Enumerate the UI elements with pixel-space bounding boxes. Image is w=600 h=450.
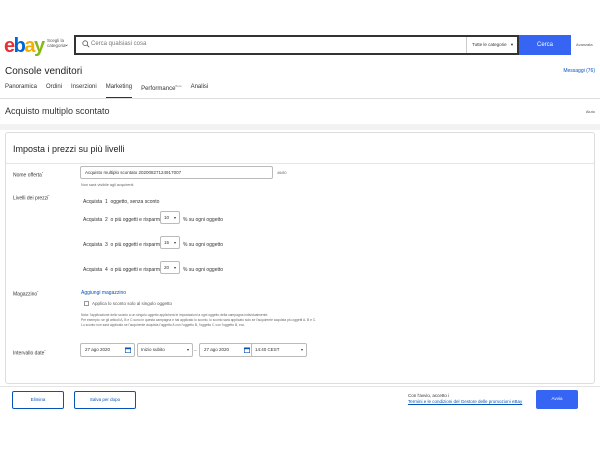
level-4-suffix: % su ogni oggetto	[183, 267, 224, 273]
discount-select-level-4[interactable]: 20 ▾	[160, 261, 180, 274]
char-counter: 46/80	[277, 171, 287, 175]
search-icon	[82, 40, 90, 48]
launch-button[interactable]: Avvia	[536, 390, 578, 409]
warehouse-label: Magazzino*	[13, 290, 39, 298]
search-button[interactable]: Cerca	[519, 35, 571, 55]
pricing-panel: Imposta i prezzi su più livelli Nome off…	[5, 132, 595, 384]
terms-link[interactable]: Termini e le condizioni del Gestore dell…	[408, 399, 522, 405]
offer-name-label: Nome offerta*	[13, 171, 43, 179]
category-select[interactable]: Tutte le categorie ▼	[466, 37, 519, 53]
price-levels-label: Livelli dei prezzi*	[13, 194, 50, 202]
chevron-down-icon: ▾	[186, 347, 189, 352]
level-3-text: Acquista 3 o più oggetti e risparmia	[83, 242, 164, 248]
global-header: ebay Scegli la categoria ⌄ Cerca qualsia…	[0, 34, 600, 58]
level-2-suffix: % su ogni oggetto	[183, 217, 224, 223]
beta-badge: Beta	[175, 84, 182, 88]
advanced-search-link[interactable]: Avanzata	[576, 42, 593, 47]
level-2-text: Acquista 2 o più oggetti e risparmia	[83, 217, 164, 223]
chevron-down-icon: ▾	[173, 215, 176, 220]
end-time-select[interactable]: 14:40 CEST ▾	[251, 343, 307, 357]
search-bar[interactable]: Cerca qualsiasi cosa Tutte le categorie ▼	[74, 35, 519, 55]
section-title: Acquisto multiplo scontato	[5, 106, 110, 116]
chevron-down-icon: ▾	[173, 240, 176, 245]
tab-marketing[interactable]: Marketing	[105, 84, 133, 98]
page-title: Console venditori	[5, 66, 83, 77]
divider	[0, 98, 600, 99]
chevron-down-icon: ▾	[300, 347, 303, 352]
search-input[interactable]: Cerca qualsiasi cosa	[91, 41, 146, 47]
offer-name-input[interactable]: Acquisto multiplo scontato 2020082712491…	[80, 166, 273, 179]
tab-listings[interactable]: Inserzioni	[71, 84, 97, 98]
calendar-icon[interactable]	[244, 347, 250, 353]
start-date-input[interactable]: 27 ago 2020	[80, 343, 135, 357]
note-line-3: Lo sconto non sarà applicato se l'acquir…	[81, 323, 246, 327]
note-line-1: Nota: l'applicazione dello sconto a un s…	[81, 313, 269, 317]
single-item-checkbox[interactable]	[84, 301, 89, 306]
tab-orders[interactable]: Ordini	[46, 84, 62, 98]
single-item-label: Applica lo sconto solo al singolo oggett…	[92, 301, 173, 306]
divider	[0, 386, 600, 387]
delete-button[interactable]: Elimina	[12, 391, 64, 409]
save-draft-button[interactable]: Salva per dopo	[74, 391, 136, 409]
date-range-label: Intervallo date*	[13, 349, 46, 357]
level-3-suffix: % su ogni oggetto	[183, 242, 224, 248]
panel-title: Imposta i prezzi su più livelli	[13, 144, 125, 154]
calendar-icon[interactable]	[125, 347, 131, 353]
range-dash: –	[194, 348, 197, 354]
discount-select-level-3[interactable]: 15 ▾	[160, 236, 180, 249]
messages-link[interactable]: Messaggi (76)	[563, 68, 595, 74]
shop-by-category[interactable]: Scegli la categoria	[47, 38, 66, 48]
divider	[6, 163, 594, 164]
tab-overview[interactable]: Panoramica	[5, 84, 37, 98]
chevron-down-icon: ▾	[173, 265, 176, 270]
tab-performance[interactable]: PerformanceBeta	[141, 84, 182, 98]
tab-analytics[interactable]: Analisi	[191, 84, 209, 98]
divider	[0, 124, 600, 130]
end-date-input[interactable]: 27 ago 2020	[199, 343, 254, 357]
terms-text: Con l'avvio, accetto i Termini e le cond…	[408, 393, 523, 405]
level-4-text: Acquista 4 o più oggetti e risparmia	[83, 267, 164, 273]
offer-name-note: Non sarà visibile agli acquirenti	[81, 183, 134, 187]
chevron-down-icon[interactable]: ⌄	[64, 41, 69, 48]
discount-select-level-2[interactable]: 10 ▾	[160, 211, 180, 224]
add-warehouse-link[interactable]: Aggiungi magazzino	[81, 290, 126, 296]
start-time-select[interactable]: Inizio subito ▾	[137, 343, 193, 357]
level-1-text: Acquista 1 oggetto, senza sconto	[83, 199, 160, 205]
seller-hub-nav: Panoramica Ordini Inserzioni Marketing P…	[5, 84, 208, 98]
note-line-2: Per esempio: se gli articoli A, B e C so…	[81, 318, 317, 322]
ebay-logo[interactable]: ebay	[4, 35, 45, 57]
help-link[interactable]: Aiuto	[586, 109, 595, 114]
chevron-down-icon: ▼	[510, 42, 514, 47]
